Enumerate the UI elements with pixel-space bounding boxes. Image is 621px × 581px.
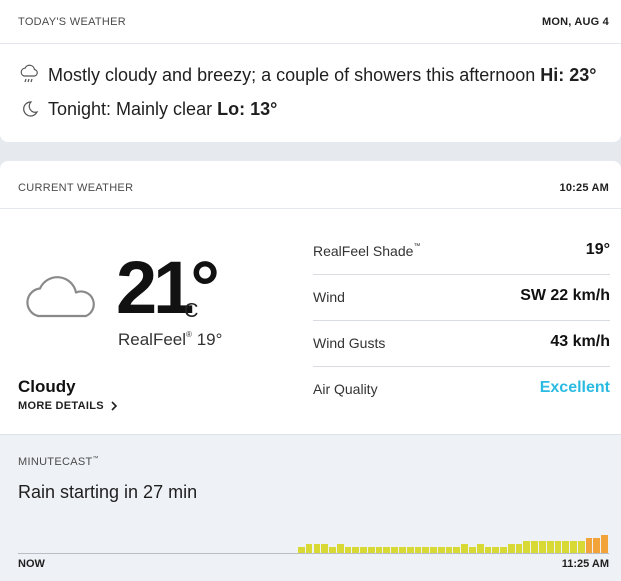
current-details: RealFeel Shade™ 19° Wind SW 22 km/h Wind… <box>313 229 610 413</box>
todays-weather-card[interactable]: TODAY'S WEATHER MON, AUG 4 Mostly cloudy… <box>0 0 621 142</box>
current-weather-title: CURRENT WEATHER <box>18 182 134 194</box>
current-weather-header: CURRENT WEATHER 10:25 AM <box>0 161 621 209</box>
minutecast-bar <box>554 541 562 553</box>
cloud-icon <box>22 268 102 320</box>
cloud-rain-icon <box>18 64 40 86</box>
minutecast-title: MINUTECAST™ <box>18 456 99 468</box>
minutecast-bar <box>593 538 601 553</box>
day-high: Hi: 23° <box>540 65 597 85</box>
minutecast-bar <box>414 547 422 553</box>
minutecast-bar <box>492 547 500 553</box>
minutecast-bar <box>329 547 336 553</box>
detail-label: Air Quality <box>313 381 378 397</box>
temperature-unit: C <box>184 300 199 322</box>
minutecast-bar <box>360 547 367 553</box>
minutecast-bar <box>570 541 577 553</box>
minutecast-bar <box>445 547 453 553</box>
minutecast-bar <box>469 547 476 553</box>
minutecast-bar <box>585 538 593 553</box>
minutecast-bar <box>399 547 406 553</box>
minutecast-bar <box>305 544 313 553</box>
minutecast-bar <box>601 535 608 553</box>
realfeel: RealFeel® 19° <box>118 330 223 349</box>
minutecast-bar <box>344 547 352 553</box>
detail-label: Wind <box>313 289 345 305</box>
minutecast-bar <box>539 541 546 553</box>
minutecast-bars <box>18 530 609 554</box>
minutecast-bar <box>321 544 329 553</box>
todays-weather-header: TODAY'S WEATHER MON, AUG 4 <box>0 0 621 44</box>
more-details-label: MORE DETAILS <box>18 400 104 412</box>
minutecast-bar <box>391 547 399 553</box>
detail-value: 19° <box>585 241 610 258</box>
forecast-date: MON, AUG 4 <box>542 16 609 28</box>
minutecast-bar <box>476 544 484 553</box>
chevron-right-icon <box>111 401 118 411</box>
detail-value: Excellent <box>539 379 610 396</box>
minutecast-bar <box>336 544 344 553</box>
detail-value: SW 22 km/h <box>520 287 610 304</box>
detail-realfeel-shade: RealFeel Shade™ 19° <box>313 229 610 275</box>
realfeel-label: RealFeel <box>118 330 187 349</box>
minutecast-bar <box>562 541 570 553</box>
minutecast-end-label: 11:25 AM <box>561 558 609 570</box>
detail-label: RealFeel Shade <box>313 243 414 259</box>
minutecast-bar <box>546 541 554 553</box>
minutecast-bar <box>437 547 445 553</box>
moon-icon <box>18 98 40 120</box>
realfeel-value: 19° <box>196 330 223 349</box>
minutecast-bar <box>523 541 531 553</box>
minutecast-bar <box>406 547 414 553</box>
current-time: 10:25 AM <box>559 182 609 194</box>
minutecast-bar <box>461 544 469 553</box>
minutecast-bar <box>352 547 360 553</box>
minutecast-summary: Rain starting in 27 min <box>18 482 198 502</box>
more-details-link[interactable]: MORE DETAILS <box>18 400 118 412</box>
minutecast-bar <box>577 541 585 553</box>
minutecast-bar <box>515 544 523 553</box>
minutecast-bar <box>484 547 492 553</box>
todays-weather-title: TODAY'S WEATHER <box>18 16 127 28</box>
current-temperature: 21° <box>116 246 220 329</box>
minutecast-bar <box>453 547 461 553</box>
detail-label: Wind Gusts <box>313 335 386 351</box>
minutecast-bar <box>297 547 305 553</box>
detail-wind: Wind SW 22 km/h <box>313 275 610 321</box>
minutecast-bar <box>367 547 375 553</box>
minutecast-start-label: NOW <box>18 558 45 570</box>
minutecast-bar <box>313 544 321 553</box>
day-phrase: Mostly cloudy and breezy; a couple of sh… <box>48 65 536 85</box>
night-low: Lo: 13° <box>217 99 278 119</box>
minutecast-bar <box>430 547 437 553</box>
current-phrase: Cloudy <box>18 377 76 396</box>
night-phrase: Tonight: Mainly clear <box>48 99 213 119</box>
minutecast-bar <box>375 547 383 553</box>
minutecast-bar <box>507 544 515 553</box>
detail-value: 43 km/h <box>550 333 610 350</box>
minutecast-bar <box>531 541 538 553</box>
minutecast-bar <box>422 547 430 553</box>
minutecast-bar <box>500 547 507 553</box>
detail-wind-gusts: Wind Gusts 43 km/h <box>313 321 610 367</box>
detail-air-quality: Air Quality Excellent <box>313 367 610 413</box>
minutecast-bar <box>383 547 391 553</box>
